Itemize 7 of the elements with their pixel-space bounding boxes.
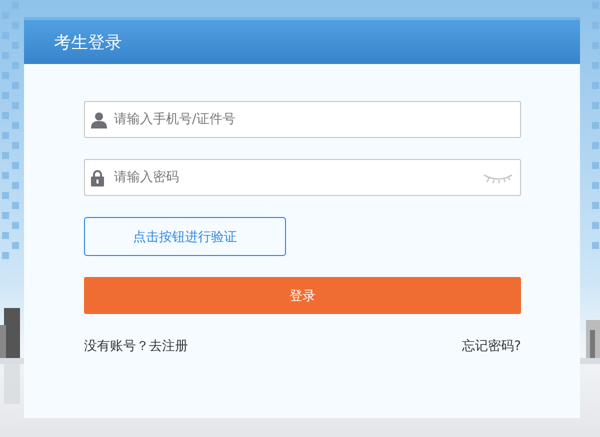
forgot-password-link[interactable]: 忘记密码? — [462, 337, 521, 355]
verify-button[interactable]: 点击按钮进行验证 — [84, 217, 286, 256]
card-title: 考生登录 — [54, 32, 122, 54]
password-field[interactable]: 请输入密码 — [84, 159, 521, 196]
register-link[interactable]: 没有账号？去注册 — [84, 337, 188, 355]
account-field[interactable]: 请输入手机号/证件号 — [84, 101, 521, 138]
closed-eye-icon[interactable] — [483, 172, 513, 182]
